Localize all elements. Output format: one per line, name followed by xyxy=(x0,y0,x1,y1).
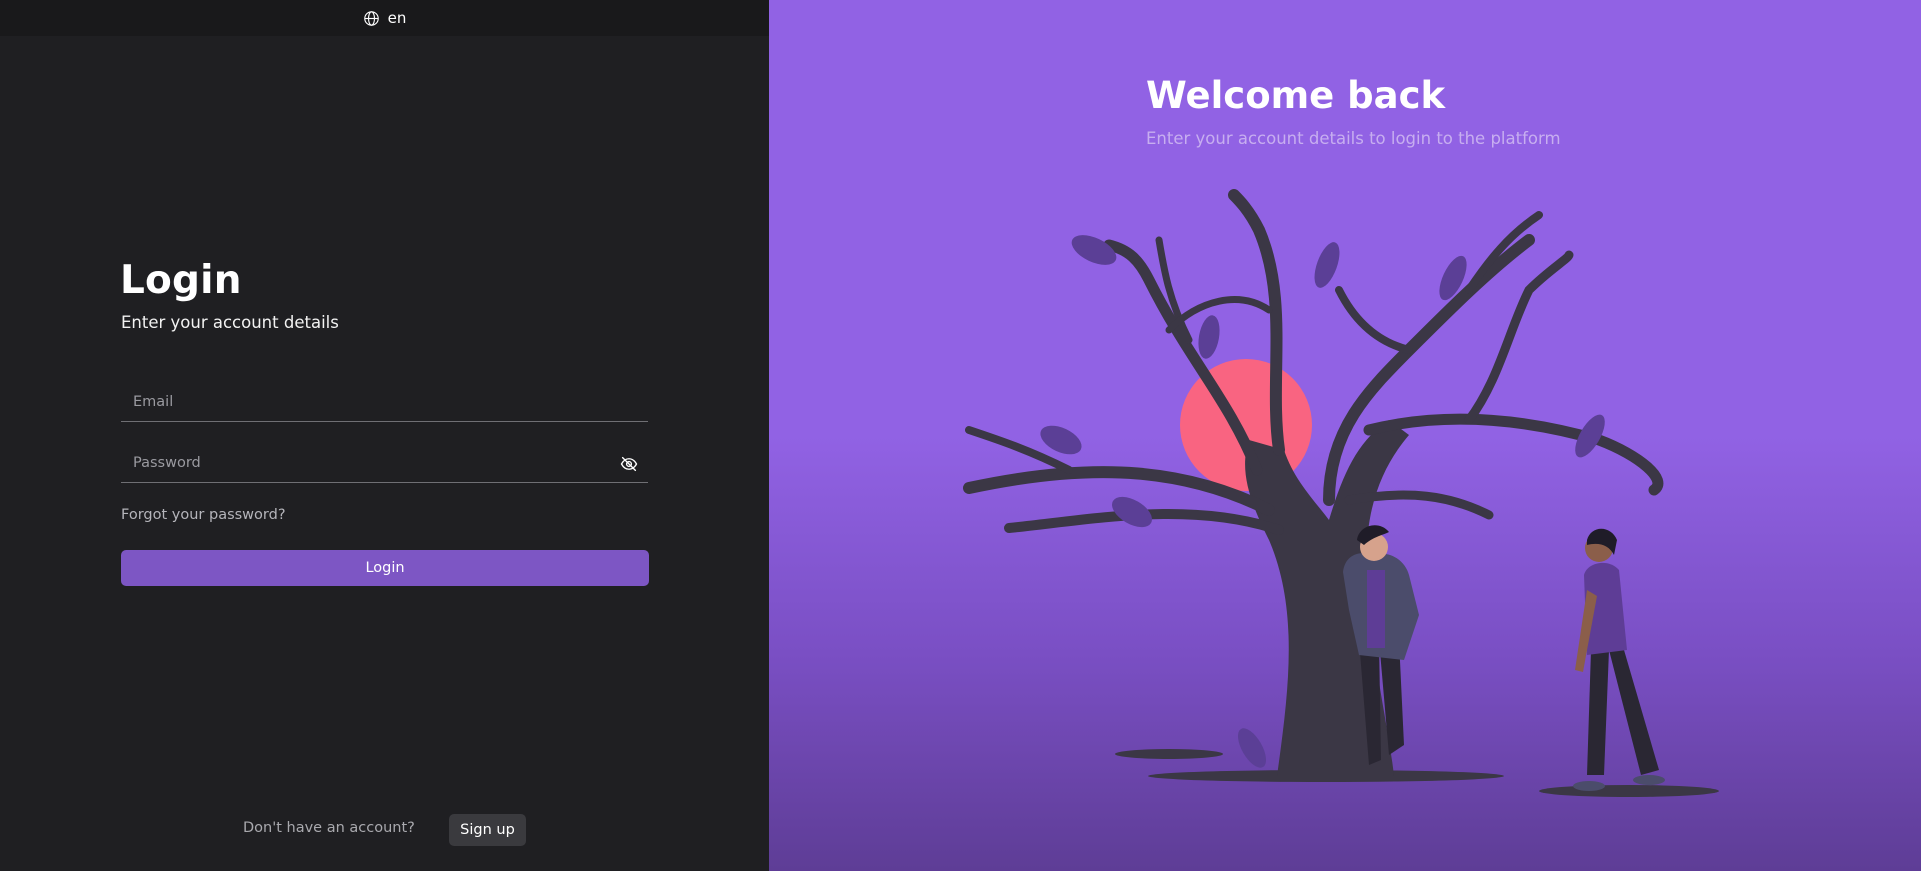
tree-leaf xyxy=(1314,242,1340,288)
signup-prompt: Don't have an account? xyxy=(243,820,415,836)
language-selector[interactable]: en xyxy=(0,0,769,36)
tree-branch xyxy=(1363,413,1664,496)
tree-illustration xyxy=(963,189,1719,797)
tree-leaf xyxy=(1071,235,1117,265)
login-panel: en Login Enter your account details Forg… xyxy=(0,0,769,871)
login-title: Login xyxy=(120,258,242,303)
tree-branch xyxy=(1335,286,1413,354)
password-input[interactable] xyxy=(121,444,648,482)
ground-shadow xyxy=(1115,749,1223,759)
signup-button[interactable]: Sign up xyxy=(449,814,526,846)
tree-leaf xyxy=(1198,315,1220,359)
login-button[interactable]: Login xyxy=(121,550,649,586)
email-input[interactable] xyxy=(121,383,648,421)
language-label: en xyxy=(387,9,407,27)
tree-leaf xyxy=(1238,728,1266,768)
globe-icon xyxy=(363,10,379,26)
email-field-wrapper xyxy=(121,383,648,422)
person-standing xyxy=(1573,528,1665,791)
hero-panel: Welcome back Enter your account details … xyxy=(769,0,1921,871)
eye-off-icon[interactable] xyxy=(620,455,638,473)
password-field-wrapper xyxy=(121,444,648,483)
login-subtitle: Enter your account details xyxy=(121,313,339,332)
ground-shadow xyxy=(1539,785,1719,797)
forgot-password-link[interactable]: Forgot your password? xyxy=(121,507,286,523)
